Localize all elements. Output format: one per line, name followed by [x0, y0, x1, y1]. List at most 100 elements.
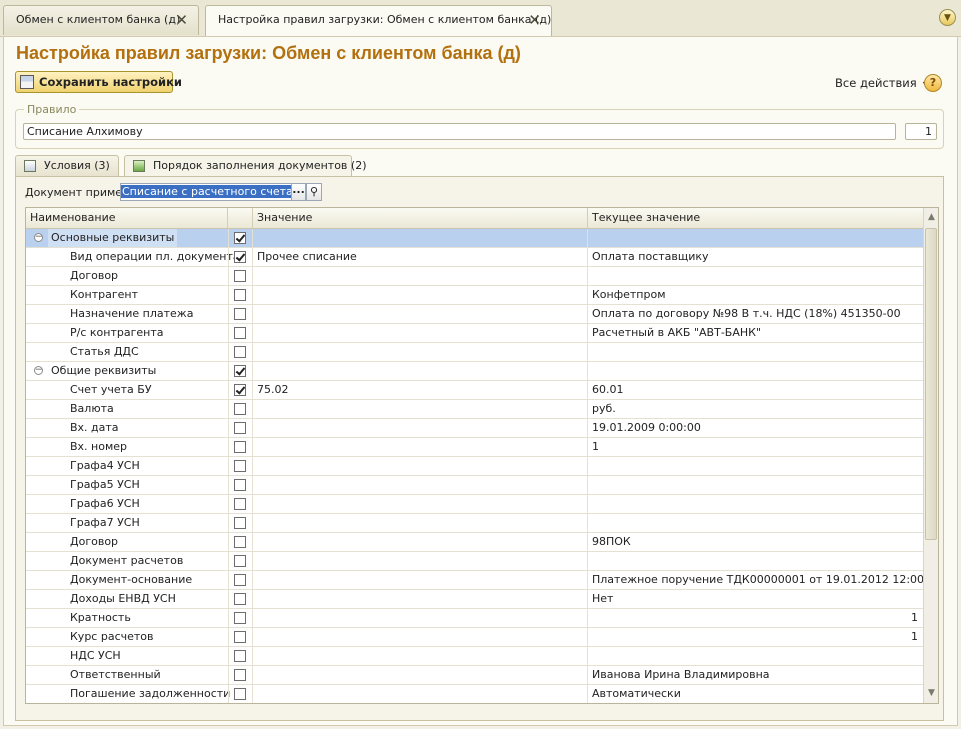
scroll-thumb[interactable]: [925, 228, 937, 540]
value-cell[interactable]: [253, 438, 588, 456]
close-icon[interactable]: ✕: [528, 6, 541, 34]
use-checkbox[interactable]: [234, 270, 246, 282]
value-cell[interactable]: [253, 457, 588, 475]
tab-conditions[interactable]: Условия (3): [15, 155, 119, 176]
value-cell[interactable]: [253, 229, 588, 247]
use-checkbox[interactable]: [234, 441, 246, 453]
use-checkbox[interactable]: [234, 327, 246, 339]
vertical-scrollbar[interactable]: ▲ ▼: [923, 208, 938, 703]
value-cell[interactable]: [253, 514, 588, 532]
help-icon[interactable]: ?: [924, 74, 942, 92]
value-cell[interactable]: [253, 305, 588, 323]
table-row[interactable]: Счет учета БУ 75.02 60.01: [26, 381, 923, 400]
tab-bank-exchange[interactable]: Обмен с клиентом банка (д) ✕: [3, 5, 199, 35]
use-checkbox[interactable]: [234, 612, 246, 624]
table-row[interactable]: Договор: [26, 267, 923, 286]
value-cell[interactable]: [253, 476, 588, 494]
rule-name-input[interactable]: Списание Алхимову: [23, 123, 896, 140]
value-cell[interactable]: [253, 286, 588, 304]
value-cell[interactable]: [253, 571, 588, 589]
value-cell[interactable]: [253, 628, 588, 646]
table-row[interactable]: Кратность 1: [26, 609, 923, 628]
use-checkbox[interactable]: [234, 650, 246, 662]
table-row[interactable]: Контрагент Конфетпром: [26, 286, 923, 305]
value-cell[interactable]: [253, 324, 588, 342]
value-cell[interactable]: [253, 419, 588, 437]
value-cell[interactable]: [253, 552, 588, 570]
use-checkbox[interactable]: [234, 365, 246, 377]
table-row[interactable]: Договор 98ПОК: [26, 533, 923, 552]
value-cell[interactable]: Прочее списание: [253, 248, 588, 266]
table-row[interactable]: Погашение задолженности Автоматически: [26, 685, 923, 703]
table-row[interactable]: Вид операции пл. документа Прочее списани…: [26, 248, 923, 267]
use-checkbox[interactable]: [234, 593, 246, 605]
value-cell[interactable]: [253, 495, 588, 513]
collapse-icon[interactable]: −: [34, 366, 43, 375]
table-row[interactable]: Вх. номер 1: [26, 438, 923, 457]
value-cell[interactable]: [253, 343, 588, 361]
header-current-value[interactable]: Текущее значение: [588, 208, 923, 228]
value-cell[interactable]: [253, 609, 588, 627]
group-row[interactable]: − Основные реквизиты: [26, 229, 923, 248]
use-checkbox[interactable]: [234, 536, 246, 548]
rule-number-input[interactable]: 1: [905, 123, 937, 140]
value-cell[interactable]: 75.02: [253, 381, 588, 399]
search-icon[interactable]: ⚲: [306, 183, 322, 201]
use-checkbox[interactable]: [234, 479, 246, 491]
table-row[interactable]: Графа6 УСН: [26, 495, 923, 514]
close-icon[interactable]: ✕: [175, 6, 188, 34]
table-row[interactable]: Документ-основание Платежное поручение ТД…: [26, 571, 938, 590]
use-checkbox[interactable]: [234, 517, 246, 529]
table-row[interactable]: Назначение платежа Оплата по договору №98…: [26, 305, 923, 324]
table-row[interactable]: Графа4 УСН: [26, 457, 923, 476]
table-row[interactable]: Статья ДДС: [26, 343, 923, 362]
current-value-cell: 1: [592, 440, 599, 453]
header-name[interactable]: Наименование: [26, 208, 228, 228]
use-checkbox[interactable]: [234, 669, 246, 681]
group-row[interactable]: − Общие реквизиты: [26, 362, 923, 381]
scroll-down-icon[interactable]: ▼: [924, 686, 938, 701]
tab-fill-order[interactable]: Порядок заполнения документов (2): [124, 155, 366, 177]
table-row[interactable]: Вх. дата 19.01.2009 0:00:00: [26, 419, 923, 438]
collapse-icon[interactable]: −: [34, 233, 43, 242]
select-button[interactable]: ...: [291, 183, 306, 201]
table-row[interactable]: Валюта руб.: [26, 400, 923, 419]
table-row[interactable]: Доходы ЕНВД УСН Нет: [26, 590, 923, 609]
value-cell[interactable]: [253, 267, 588, 285]
all-actions-menu[interactable]: Все действия ▼: [835, 76, 929, 90]
value-cell[interactable]: [253, 666, 588, 684]
table-row[interactable]: НДС УСН: [26, 647, 923, 666]
use-checkbox[interactable]: [234, 574, 246, 586]
doc-example-input[interactable]: Списание с расчетного счета ТД: [120, 183, 292, 201]
use-checkbox[interactable]: [234, 384, 246, 396]
table-row[interactable]: Курс расчетов 1: [26, 628, 923, 647]
table-row[interactable]: Графа5 УСН: [26, 476, 923, 495]
use-checkbox[interactable]: [234, 498, 246, 510]
chevron-down-icon[interactable]: ▼: [939, 9, 956, 26]
table-row[interactable]: Документ расчетов: [26, 552, 923, 571]
value-cell[interactable]: [253, 685, 588, 703]
use-checkbox[interactable]: [234, 232, 246, 244]
use-checkbox[interactable]: [234, 251, 246, 263]
value-cell[interactable]: [253, 400, 588, 418]
header-value[interactable]: Значение: [253, 208, 588, 228]
use-checkbox[interactable]: [234, 631, 246, 643]
value-cell[interactable]: [253, 647, 588, 665]
save-settings-button[interactable]: Сохранить настройки: [15, 71, 182, 93]
value-cell[interactable]: [253, 533, 588, 551]
table-row[interactable]: Р/с контрагента Расчетный в АКБ "АВТ-БАНК…: [26, 324, 923, 343]
use-checkbox[interactable]: [234, 308, 246, 320]
use-checkbox[interactable]: [234, 403, 246, 415]
table-row[interactable]: Ответственный Иванова Ирина Владимировна: [26, 666, 923, 685]
use-checkbox[interactable]: [234, 688, 246, 700]
table-row[interactable]: Графа7 УСН: [26, 514, 923, 533]
use-checkbox[interactable]: [234, 422, 246, 434]
tab-load-rules-settings[interactable]: Настройка правил загрузки: Обмен с клиен…: [205, 5, 552, 36]
use-checkbox[interactable]: [234, 555, 246, 567]
use-checkbox[interactable]: [234, 289, 246, 301]
value-cell[interactable]: [253, 590, 588, 608]
value-cell[interactable]: [253, 362, 588, 380]
use-checkbox[interactable]: [234, 460, 246, 472]
scroll-up-icon[interactable]: ▲: [924, 210, 938, 225]
use-checkbox[interactable]: [234, 346, 246, 358]
